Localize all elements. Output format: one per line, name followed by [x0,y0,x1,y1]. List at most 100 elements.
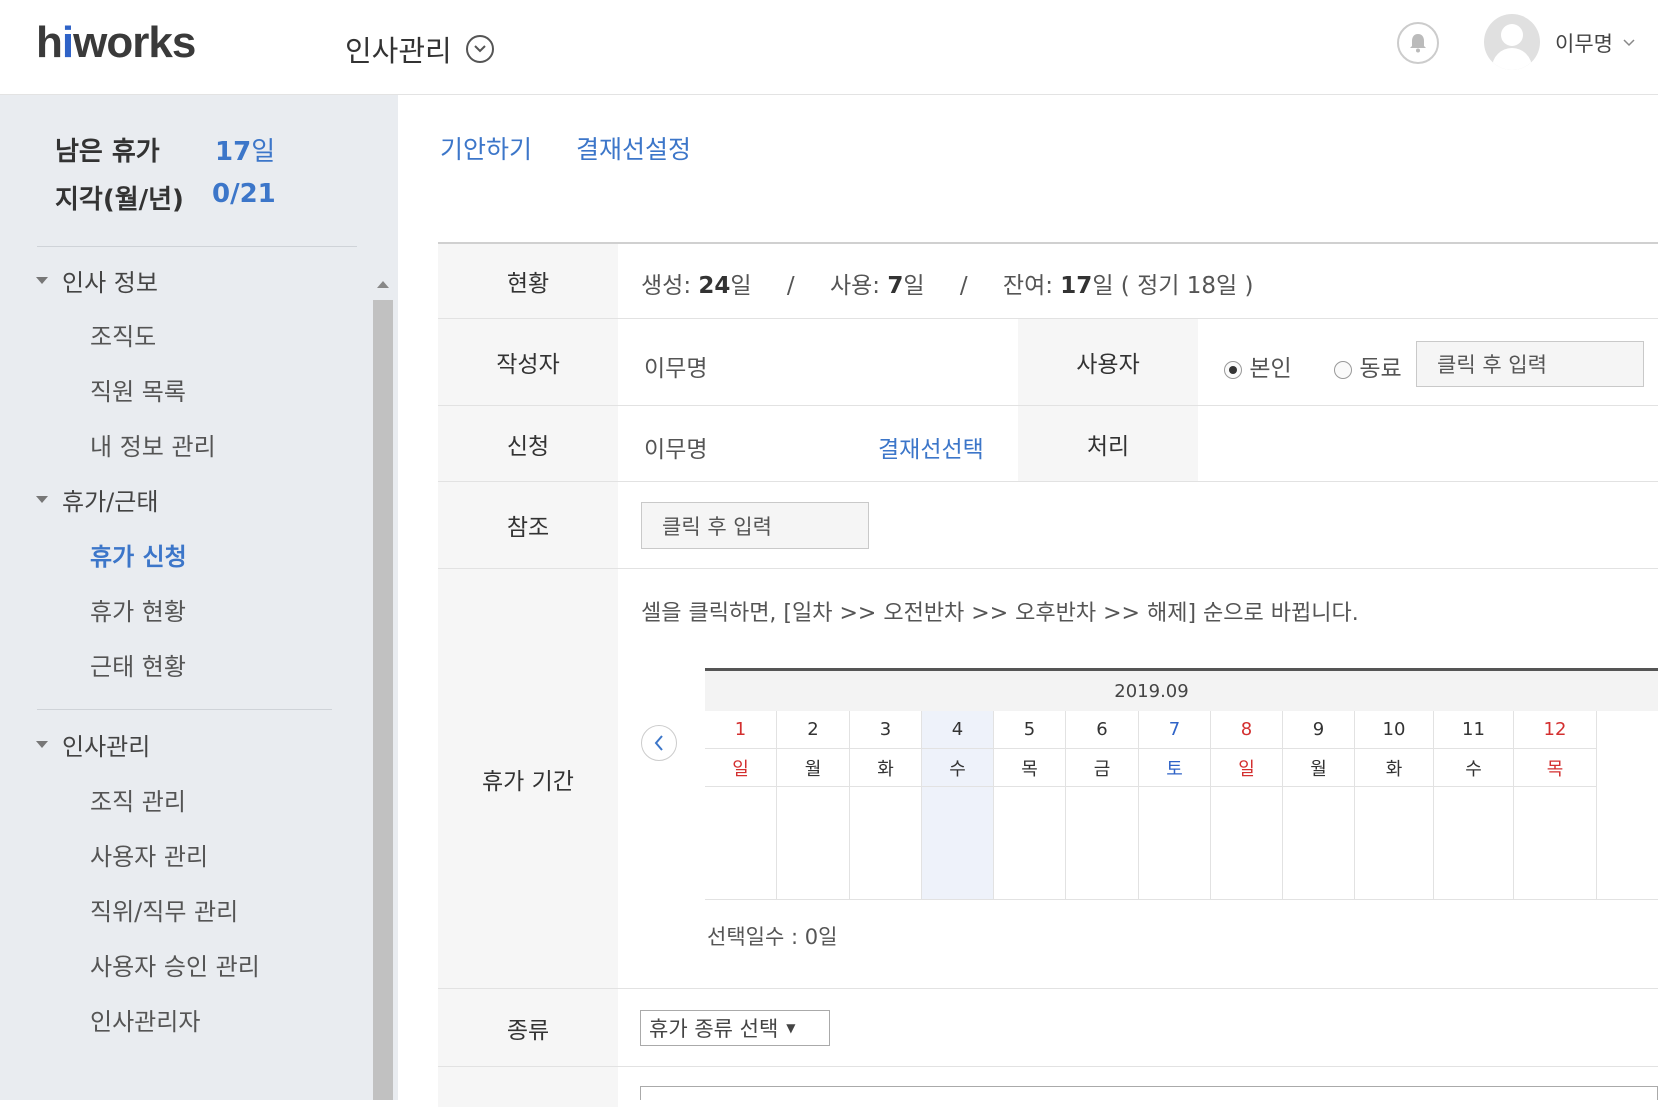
caret-down-icon [36,741,48,748]
calendar-weekday: 월 [1283,749,1355,787]
dropdown-arrow-icon: ▼ [786,1021,796,1035]
hiworks-logo[interactable]: hiworks [36,18,196,68]
module-switcher[interactable]: 인사관리 [345,28,494,70]
calendar-weekday: 토 [1139,749,1211,787]
user-name: 이무명 [1555,32,1613,56]
calendar-day-cell[interactable] [1434,787,1514,899]
sidebar-item-my-info[interactable]: 내 정보 관리 [90,427,216,462]
prev-month-button[interactable] [641,725,677,761]
type-row: 종류 [438,989,1658,1067]
leave-form: 현황 생성: 24일 / 사용: 7일 / 잔여: 17일 ( 정기 18일 )… [438,242,1658,1107]
leave-stat: 남은 휴가 17일 [55,131,275,168]
late-stat: 지각(월/년) 0/21 [55,179,276,216]
sidebar-item-position-admin[interactable]: 직위/직무 관리 [90,892,238,927]
calendar-day-number: 4 [922,711,994,749]
bell-icon[interactable] [1397,22,1439,64]
sidebar-item-attendance[interactable]: 근태 현황 [90,647,186,682]
calendar-day-cell[interactable] [1514,787,1597,899]
scroll-up-icon[interactable] [377,281,389,288]
nav-section-hr-info[interactable]: 인사 정보 [36,263,158,298]
calendar-day-cell[interactable] [777,787,850,899]
leave-calendar: 2019.09 1 일 2 월 3 화 4 수 5 목 6 금 7 토 8 일 9 월 10 화 11 수 12 목 [705,668,1658,913]
main-tabs: 기안하기 결재선설정 [440,130,691,166]
period-hint: 셀을 클릭하면, [일차 >> 오전반차 >> 오후반차 >> 해제] 순으로 … [641,601,1359,626]
sidebar-item-user-approval[interactable]: 사용자 승인 관리 [90,947,260,982]
calendar-weekday: 화 [1355,749,1434,787]
calendar-weekday: 목 [1514,749,1597,787]
process-label: 처리 [1018,406,1198,481]
calendar-day-cell[interactable] [1283,787,1355,899]
calendar-day-number: 3 [850,711,922,749]
author-value: 이무명 [644,356,708,382]
calendar-day-number: 9 [1283,711,1355,749]
sidebar-item-employee-list[interactable]: 직원 목록 [90,372,186,407]
sidebar-scroll-thumb[interactable] [373,300,393,1100]
nav-section-hr-admin[interactable]: 인사관리 [36,727,150,762]
sidebar-item-hr-manager[interactable]: 인사관리자 [90,1002,200,1037]
divider [37,709,332,710]
calendar-day-cell[interactable] [705,787,777,899]
calendar-day-cell[interactable] [1066,787,1139,899]
sidebar-item-org-admin[interactable]: 조직 관리 [90,782,186,817]
calendar-weekday: 일 [705,749,777,787]
chevron-down-icon[interactable] [465,35,494,63]
tab-approval-line[interactable]: 결재선설정 [576,130,691,166]
late-label: 지각(월/년) [55,185,184,215]
calendar-weekday: 월 [777,749,850,787]
approval-select-link[interactable]: 결재선선택 [878,430,984,464]
calendar-day-cell[interactable] [1139,787,1211,899]
calendar-day-cell[interactable] [1211,787,1283,899]
status-label: 현황 [438,244,618,318]
chevron-left-icon [654,735,663,751]
calendar-day-number: 10 [1355,711,1434,749]
leave-type-select[interactable]: 휴가 종류 선택 ▼ [640,1010,830,1046]
apply-value: 이무명 [644,437,708,463]
calendar-day-cell[interactable] [850,787,922,899]
selected-days: 선택일수 : 0일 [707,925,838,949]
nav-section-leave[interactable]: 휴가/근태 [36,482,158,517]
author-label: 작성자 [438,319,618,405]
text-area[interactable] [640,1086,1658,1100]
radio-self-icon[interactable] [1224,360,1242,379]
sidebar-item-org-chart[interactable]: 조직도 [90,317,156,352]
tab-draft[interactable]: 기안하기 [440,130,532,166]
reference-label: 참조 [438,482,618,568]
status-row: 현황 생성: 24일 / 사용: 7일 / 잔여: 17일 ( 정기 18일 ) [438,244,1658,319]
module-title: 인사관리 [345,34,452,68]
calendar-day-number: 2 [777,711,850,749]
calendar-weekday: 목 [994,749,1066,787]
calendar-weekday: 일 [1211,749,1283,787]
calendar-day-cell[interactable] [922,787,994,899]
radio-colleague[interactable]: 동료 [1334,349,1402,383]
radio-colleague-icon[interactable] [1334,360,1352,379]
calendar-weekday: 수 [1434,749,1514,787]
sidebar-item-user-admin[interactable]: 사용자 관리 [90,837,208,872]
top-header: hiworks 인사관리 이무명 [0,0,1658,95]
avatar[interactable] [1484,14,1540,70]
calendar-day-cell[interactable] [994,787,1066,899]
logo-h: h [36,18,63,67]
calendar-weekday: 화 [850,749,922,787]
colleague-input[interactable]: 클릭 후 입력 [1416,341,1644,387]
status-summary: 생성: 24일 / 사용: 7일 / 잔여: 17일 ( 정기 18일 ) [641,273,1254,299]
sidebar-item-leave-request[interactable]: 휴가 신청 [90,537,187,572]
logo-i: i [61,18,74,67]
caret-down-icon [36,277,48,284]
user-label: 사용자 [1018,319,1198,405]
leave-label: 남은 휴가 [55,137,160,167]
leave-value: 17일 [215,137,276,167]
calendar-bottom-border [705,899,1658,900]
reference-input[interactable]: 클릭 후 입력 [641,502,869,549]
sidebar: 남은 휴가 17일 지각(월/년) 0/21 인사 정보 조직도 직원 목록 내… [0,95,398,1100]
calendar-day-number: 6 [1066,711,1139,749]
radio-self[interactable]: 본인 [1224,349,1292,383]
period-label: 휴가 기간 [438,569,618,988]
author-row: 작성자 이무명 사용자 본인 동료 클릭 후 입력 [438,319,1658,406]
calendar-day-number: 12 [1514,711,1597,749]
calendar-month: 2019.09 [705,671,1658,711]
calendar-day-cell[interactable] [1355,787,1434,899]
user-menu[interactable]: 이무명 [1555,28,1635,58]
calendar-day-number: 8 [1211,711,1283,749]
sidebar-item-leave-status[interactable]: 휴가 현황 [90,592,186,627]
calendar-day-number: 1 [705,711,777,749]
